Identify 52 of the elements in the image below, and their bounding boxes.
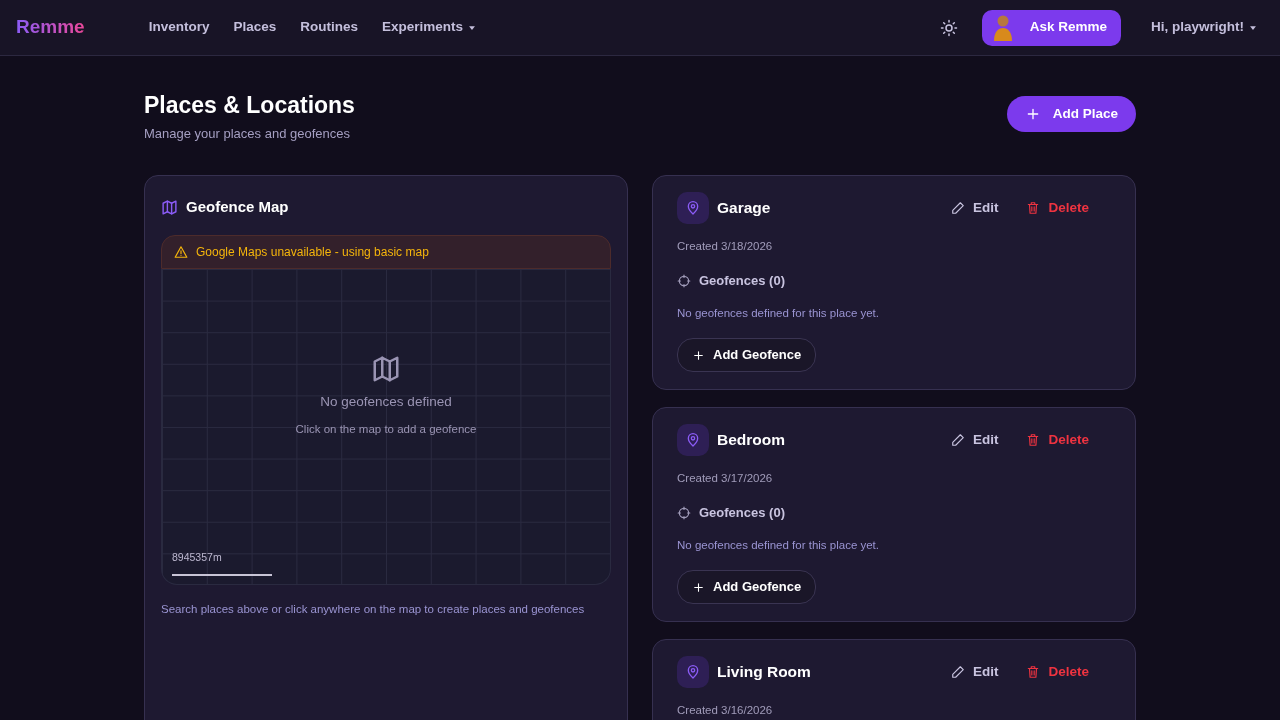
empty-title: No geofences defined xyxy=(320,393,452,412)
empty-hint: Click on the map to add a geofence xyxy=(295,421,477,437)
add-geofence-button[interactable]: Add Geofence xyxy=(677,338,817,373)
nav-link[interactable]: Places xyxy=(233,17,277,38)
pin-icon xyxy=(685,664,701,681)
plus-icon xyxy=(692,580,705,594)
user-menu[interactable]: Hi, playwright! xyxy=(1145,16,1264,39)
avatar-icon xyxy=(991,13,1014,42)
scale-label: 8945357m xyxy=(172,549,222,565)
place-name: Bedroom xyxy=(717,430,786,451)
panel-title: Geofence Map xyxy=(186,197,289,218)
crosshair-icon xyxy=(677,274,691,289)
delete-button[interactable]: Delete xyxy=(1020,660,1095,684)
page-subtitle: Manage your places and geofences xyxy=(144,124,351,143)
pin-icon xyxy=(685,432,701,449)
warning-text: Google Maps unavailable - using basic map xyxy=(196,243,429,261)
add-place-button[interactable]: Add Place xyxy=(1006,96,1136,132)
trash-icon xyxy=(1026,665,1041,680)
geofences-heading: Geofences (0) xyxy=(699,272,785,291)
pencil-icon xyxy=(950,201,965,216)
map-canvas[interactable]: No geofences defined Click on the map to add a geofence 8945357m xyxy=(161,268,611,585)
nav-link[interactable]: Routines xyxy=(300,17,358,38)
edit-button[interactable]: Edit xyxy=(944,428,1005,452)
created-date: Created 3/16/2026 xyxy=(677,703,774,719)
ask-button[interactable]: Ask Remme xyxy=(981,9,1121,46)
nav-dropdown[interactable]: Experiments xyxy=(382,17,478,38)
trash-icon xyxy=(1026,201,1041,216)
page-title: Places & Locations xyxy=(144,92,355,120)
nav-link[interactable]: Inventory xyxy=(148,17,210,38)
created-date: Created 3/18/2026 xyxy=(677,239,774,255)
empty-geofences: No geofences defined for this place yet. xyxy=(677,537,880,553)
edit-button[interactable]: Edit xyxy=(944,196,1005,220)
pin-icon xyxy=(685,200,701,217)
delete-button[interactable]: Delete xyxy=(1020,428,1095,452)
created-date: Created 3/17/2026 xyxy=(677,471,774,487)
add-geofence-button[interactable]: Add Geofence xyxy=(677,570,817,605)
place-name: Garage xyxy=(717,198,771,219)
plus-icon xyxy=(692,348,705,362)
map-hint: Search places above or click anywhere on the map to create places and geofences xyxy=(161,601,586,617)
pencil-icon xyxy=(950,665,965,680)
edit-button[interactable]: Edit xyxy=(944,660,1005,684)
sun-icon xyxy=(939,18,958,37)
crosshair-icon xyxy=(677,506,691,521)
place-name: Living Room xyxy=(717,662,811,683)
trash-icon xyxy=(1026,433,1041,448)
pencil-icon xyxy=(950,433,965,448)
map-icon xyxy=(161,198,178,216)
delete-button[interactable]: Delete xyxy=(1020,196,1095,220)
geofences-heading: Geofences (0) xyxy=(699,504,785,523)
map-icon xyxy=(371,354,401,385)
warning-icon xyxy=(174,244,188,259)
empty-geofences: No geofences defined for this place yet. xyxy=(677,305,880,321)
